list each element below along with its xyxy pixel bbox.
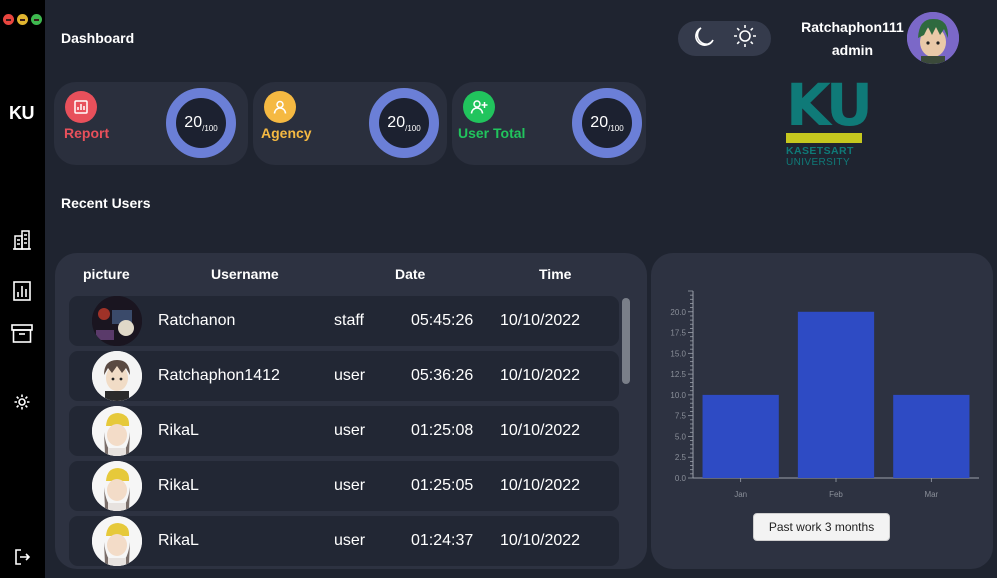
x-tick-label: Jan	[734, 490, 747, 499]
time-cell: 05:36:26	[411, 367, 474, 384]
stat-card-report[interactable]: Report 20/100	[54, 82, 248, 165]
stat-value: 20	[387, 114, 406, 131]
stat-denominator: 100	[407, 123, 421, 133]
bar-chart-icon[interactable]	[11, 280, 33, 302]
user-icon	[264, 91, 296, 123]
y-tick-label: 5.0	[675, 432, 687, 441]
bar	[797, 311, 875, 478]
stat-card-agency[interactable]: Agency 20/100	[253, 82, 447, 165]
scrollbar[interactable]	[622, 298, 630, 384]
username-cell: Ratchanon	[158, 312, 236, 329]
close-window-button[interactable]	[3, 14, 14, 25]
user-role: admin	[831, 42, 874, 58]
date-cell: 10/10/2022	[500, 367, 581, 384]
y-tick-label: 10.0	[670, 391, 686, 400]
logo-line2: UNIVERSITY	[786, 157, 851, 168]
table-row[interactable]: RikaL user 01:25:08 10/10/2022	[69, 406, 619, 456]
y-tick-label: 15.0	[670, 349, 686, 358]
maximize-window-button[interactable]	[31, 14, 42, 25]
bar-chart: 0.0 2.5 5.0 7.5 10.0 12.5 15.0 17.5 20.0 Jan Feb Ma…	[670, 290, 979, 499]
stat-denominator: 100	[610, 123, 624, 133]
stat-label: Agency	[261, 125, 312, 141]
university-logo: KU KASETSART UNIVERSITY	[786, 71, 873, 168]
chart-panel: 0.0 2.5 5.0 7.5 10.0 12.5 15.0 17.5 20.0 Jan Feb Ma…	[651, 253, 993, 569]
report-icon	[65, 91, 97, 123]
x-tick-label: Mar	[924, 490, 938, 499]
sidebar: KU	[0, 0, 45, 578]
y-tick-label: 12.5	[670, 370, 686, 379]
date-cell: 10/10/2022	[500, 477, 581, 494]
date-cell: 10/10/2022	[500, 532, 581, 549]
page-title: Dashboard	[61, 30, 135, 46]
column-header: Date	[395, 266, 426, 282]
stat-denominator: 100	[204, 123, 218, 133]
archive-icon[interactable]	[11, 322, 33, 344]
time-cell: 05:45:26	[411, 312, 474, 329]
progress-ring: 20/100	[166, 88, 236, 158]
role-cell: user	[334, 532, 366, 549]
add-user-icon	[463, 91, 495, 123]
theme-toggle[interactable]	[678, 21, 771, 56]
table-row[interactable]: RikaL user 01:24:37 10/10/2022	[69, 516, 619, 566]
sun-icon[interactable]	[732, 23, 758, 54]
date-cell: 10/10/2022	[500, 422, 581, 439]
sidebar-brand: KU	[9, 103, 35, 123]
username-cell: RikaL	[158, 422, 199, 439]
column-header: picture	[83, 266, 130, 282]
username-cell: Ratchaphon1412	[158, 367, 280, 384]
stat-value: 20	[590, 114, 609, 131]
window-controls	[3, 14, 42, 25]
stat-label: User Total	[458, 125, 526, 141]
column-header: Time	[539, 266, 572, 282]
progress-ring: 20/100	[572, 88, 642, 158]
logo-letters: KU	[786, 71, 873, 139]
user-avatar	[92, 461, 142, 511]
bar	[702, 394, 779, 478]
stat-label: Report	[64, 125, 110, 141]
y-tick-label: 20.0	[670, 308, 686, 317]
past-work-button[interactable]: Past work 3 months	[753, 513, 890, 541]
gear-icon[interactable]	[11, 391, 33, 413]
table-row[interactable]: Ratchanon staff 05:45:26 10/10/2022	[69, 296, 619, 346]
username-cell: RikaL	[158, 477, 199, 494]
user-avatar	[92, 296, 142, 346]
stat-value: 20	[184, 114, 203, 131]
user-name: Ratchaphon111	[801, 19, 904, 35]
user-avatar	[92, 516, 142, 566]
stat-card-user-total[interactable]: User Total 20/100	[452, 82, 646, 165]
role-cell: user	[334, 477, 366, 494]
logo-line1: KASETSART	[786, 145, 854, 157]
moon-icon[interactable]	[691, 23, 717, 54]
table-row[interactable]: RikaL user 01:25:05 10/10/2022	[69, 461, 619, 511]
avatar[interactable]	[907, 12, 959, 64]
x-tick-label: Feb	[829, 490, 843, 499]
y-tick-label: 7.5	[675, 412, 687, 421]
user-avatar	[92, 351, 142, 401]
time-cell: 01:25:08	[411, 422, 474, 439]
y-tick-label: 0.0	[675, 474, 687, 483]
role-cell: user	[334, 422, 366, 439]
y-tick-label: 2.5	[675, 453, 687, 462]
role-cell: user	[334, 367, 366, 384]
logout-icon[interactable]	[11, 546, 33, 568]
time-cell: 01:25:05	[411, 477, 474, 494]
bar	[893, 394, 970, 478]
time-cell: 01:24:37	[411, 532, 474, 549]
user-avatar	[92, 406, 142, 456]
table-row[interactable]: Ratchaphon1412 user 05:36:26 10/10/2022	[69, 351, 619, 401]
username-cell: RikaL	[158, 532, 199, 549]
recent-users-title: Recent Users	[61, 195, 151, 211]
date-cell: 10/10/2022	[500, 312, 581, 329]
role-cell: staff	[334, 312, 364, 329]
building-icon[interactable]	[11, 228, 33, 250]
y-tick-label: 17.5	[670, 329, 686, 338]
recent-users-panel: picture Username Date Time Ratchanon sta…	[55, 253, 647, 569]
progress-ring: 20/100	[369, 88, 439, 158]
minimize-window-button[interactable]	[17, 14, 28, 25]
column-header: Username	[211, 266, 279, 282]
